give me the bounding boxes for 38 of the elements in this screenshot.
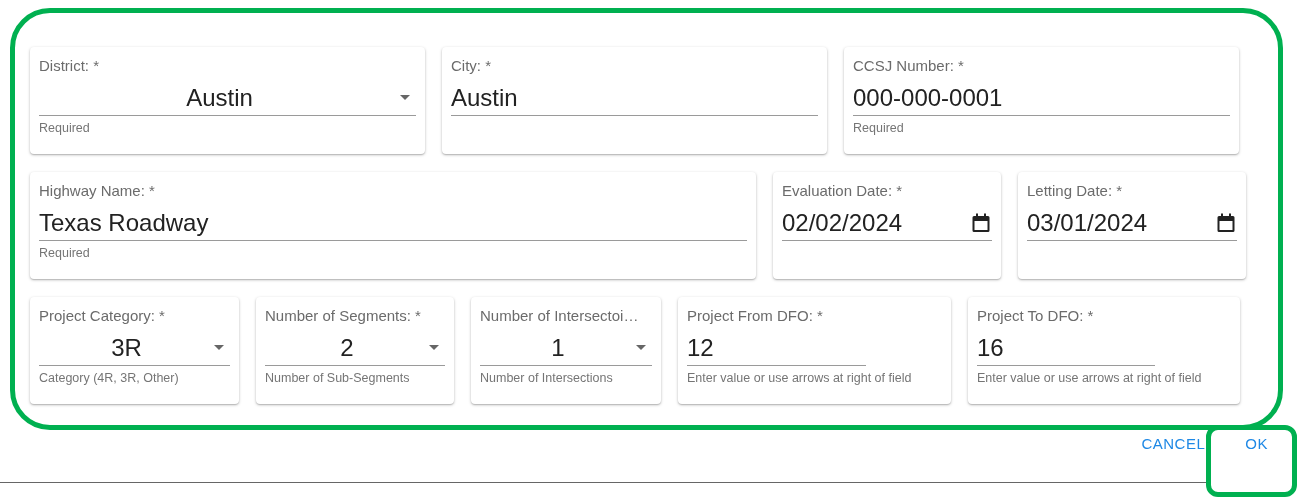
field-label: Project From DFO: * [687,306,824,326]
calendar-icon[interactable] [1217,212,1235,233]
helper-text: Required [39,246,91,260]
number-field[interactable]: 16 [977,326,1155,366]
helper-text: Number of Intersections [480,371,614,385]
text-field[interactable]: Austin [451,76,818,116]
field-label: Letting Date: * [1027,181,1124,201]
field-label: Number of Segments: * [265,306,422,326]
helper-text: Enter value or use arrows at right of field [977,371,1203,385]
dialog-button[interactable]: OK [1223,426,1290,460]
field-label: City: * [451,56,492,76]
calendar-icon[interactable] [972,212,990,233]
number-field[interactable]: 12 [687,326,866,366]
field-label: Evaluation Date: * [782,181,904,201]
field-label: Project Category: * [39,306,166,326]
select-field[interactable]: 2 [265,326,445,366]
select-field[interactable]: 3R [39,326,230,366]
text-field[interactable]: Texas Roadway [39,201,747,241]
select-field[interactable]: Austin [39,76,416,116]
field-label: Project To DFO: * [977,306,1095,326]
caret-icon [636,345,646,350]
caret-icon [214,345,224,350]
field-label: District: * [39,56,100,76]
helper-text: Required [853,121,905,135]
date-field[interactable]: 03/01/2024 [1027,201,1237,241]
text-field[interactable]: 000-000-0001 [853,76,1230,116]
field-label: CCSJ Number: * [853,56,965,76]
helper-text: Number of Sub-Segments [265,371,411,385]
field-label: Number of Intersectoi… [480,306,640,326]
select-field[interactable]: 1 [480,326,652,366]
date-field[interactable]: 02/02/2024 [782,201,992,241]
helper-text: Enter value or use arrows at right of field [687,371,913,385]
caret-icon [429,345,439,350]
caret-icon [400,95,410,100]
helper-text: Category (4R, 3R, Other) [39,371,180,385]
helper-text: Required [39,121,91,135]
field-label: Highway Name: * [39,181,156,201]
dialog-button[interactable]: CANCEL [1131,426,1216,460]
